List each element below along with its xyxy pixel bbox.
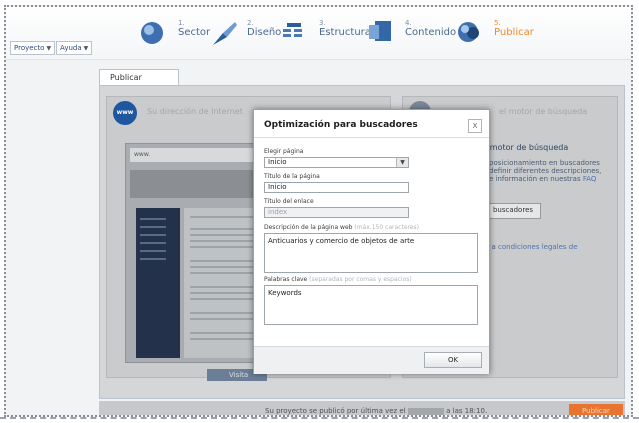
step-number: 3. xyxy=(319,19,326,27)
content-pages-icon xyxy=(369,21,391,41)
search-engine-button[interactable]: buscadores xyxy=(485,203,541,219)
status-bar: Su proyecto se publicó por última vez el… xyxy=(99,401,625,415)
chevron-down-icon: ▼ xyxy=(83,45,89,52)
close-icon[interactable]: X xyxy=(468,119,482,133)
seo-dialog: Optimización para buscadores X Elegir pá… xyxy=(253,109,490,374)
legal-text: o a condiciones legales de xyxy=(485,243,578,251)
publish-globe-icon xyxy=(458,22,479,42)
ok-button[interactable]: OK xyxy=(424,352,482,368)
dialog-footer: OK xyxy=(254,346,489,374)
www-icon: www xyxy=(113,101,137,125)
search-card-text: posicionamiento en buscadores xyxy=(489,159,600,167)
step-number: 2. xyxy=(247,19,254,27)
search-card-title: l motor de búsqueda xyxy=(485,143,569,152)
step-label: Estructura xyxy=(319,27,371,38)
preview-sidebar xyxy=(136,208,180,358)
keywords-hint: (separadas por comas y espacios) xyxy=(309,276,412,283)
search-card-text: e información en nuestras FAQ xyxy=(489,175,596,183)
redacted-date xyxy=(407,407,444,415)
link-title-field[interactable]: index xyxy=(264,207,409,218)
step-number: 4. xyxy=(405,19,412,27)
step-number: 1. xyxy=(178,19,185,27)
chevron-down-icon: ▼ xyxy=(46,45,52,52)
step-number: 5. xyxy=(494,19,501,27)
link-title-label: Título del enlace xyxy=(264,198,314,205)
description-label: Descripción de la página web (máx.150 ca… xyxy=(264,224,419,231)
keywords-label-text: Palabras clave xyxy=(264,276,308,283)
website-card-heading: Su dirección de Internet xyxy=(147,107,243,116)
chevron-down-icon: ▼ xyxy=(396,158,408,167)
search-card-heading: el motor de búsqueda xyxy=(499,107,588,116)
paint-brush-icon xyxy=(213,22,237,45)
status-text-after: a las 18:10. xyxy=(446,407,488,415)
last-published-text: Su proyecto se publicó por última vez el… xyxy=(265,407,487,415)
menu-ayuda-label: Ayuda xyxy=(60,44,82,52)
page-select-value: Inicio xyxy=(268,158,287,166)
tab-publicar[interactable]: Publicar xyxy=(99,69,179,85)
status-text-before: Su proyecto se publicó por última vez el xyxy=(265,407,406,415)
visit-label: Visita xyxy=(229,371,249,379)
keywords-label: Palabras clave (separadas por comas y es… xyxy=(264,276,412,283)
description-label-text: Descripción de la página web xyxy=(264,224,353,231)
page-title-field[interactable]: Inicio xyxy=(264,182,409,193)
description-textarea[interactable]: Anticuarios y comercio de objetos de art… xyxy=(264,233,478,273)
menu-proyecto-label: Proyecto xyxy=(14,44,45,52)
page-title-label: Título de la página xyxy=(264,173,320,180)
keywords-textarea[interactable]: Keywords xyxy=(264,285,478,325)
menu-ayuda[interactable]: Ayuda ▼ xyxy=(56,41,93,55)
page-select[interactable]: Inicio ▼ xyxy=(264,157,409,168)
step-label: Sector xyxy=(178,27,211,38)
structure-tree-icon xyxy=(283,23,302,37)
search-card-text: definir diferentes descripciones, xyxy=(489,167,602,175)
legal-conditions-link[interactable]: condiciones legales de xyxy=(498,243,578,251)
page-edge xyxy=(0,417,639,419)
step-label: Diseño xyxy=(247,27,282,38)
page-select-label: Elegir página xyxy=(264,148,304,155)
dialog-title: Optimización para buscadores xyxy=(264,120,418,130)
search-card-text-part: e información en nuestras xyxy=(489,175,581,183)
sector-globe-icon xyxy=(141,22,163,44)
description-hint: (máx.150 caracteres) xyxy=(354,224,420,231)
divider xyxy=(254,137,489,138)
step-label: Publicar xyxy=(494,27,534,38)
app-window: Proyecto ▼ Ayuda ▼ 1. Sector 2. Diseño 3. … xyxy=(4,5,633,417)
top-toolbar: Proyecto ▼ Ayuda ▼ 1. Sector 2. Diseño 3. … xyxy=(6,7,631,60)
menu-proyecto[interactable]: Proyecto ▼ xyxy=(10,41,56,55)
faq-link[interactable]: FAQ xyxy=(583,175,597,183)
publish-button[interactable]: Publicar xyxy=(569,404,623,415)
step-label: Contenido xyxy=(405,27,457,38)
